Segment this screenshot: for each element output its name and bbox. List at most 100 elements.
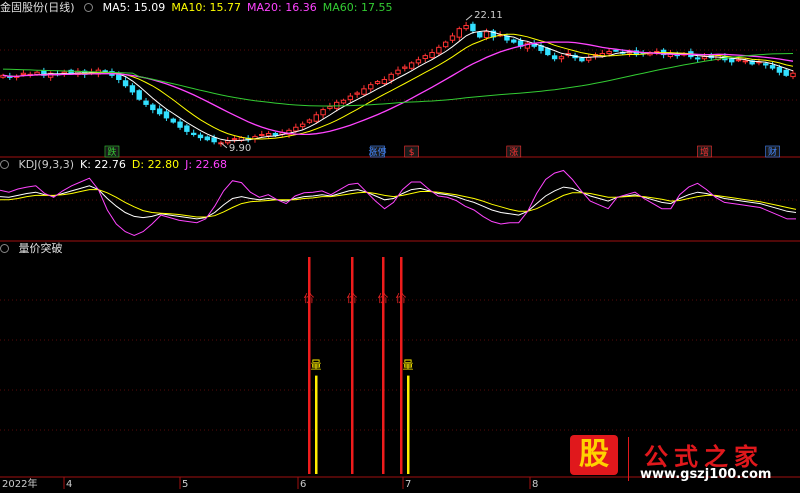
- candle: [340, 99, 347, 104]
- high-price-label: 22.11: [474, 10, 503, 21]
- candle: [579, 57, 585, 62]
- candle: [415, 59, 422, 64]
- candle: [585, 57, 592, 61]
- volume-signal-bar: [407, 375, 410, 474]
- candle: [347, 95, 354, 101]
- low-price-label: 9.90: [229, 143, 251, 154]
- ma-line-ma60: [2, 53, 794, 107]
- price-signal-bar: [351, 257, 354, 474]
- event-tag: 财: [768, 146, 777, 158]
- breakout-settings-circle-icon[interactable]: [0, 244, 9, 253]
- ma-line-ma20: [2, 41, 794, 136]
- kdj-settings-circle-icon[interactable]: [0, 160, 9, 169]
- kdj-legend-item: D: 22.80: [131, 158, 180, 171]
- x-axis-label: 6: [300, 479, 306, 489]
- volume-signal-label: 量: [311, 359, 322, 372]
- candle: [729, 58, 735, 63]
- event-tag: 涨停: [369, 146, 387, 158]
- event-tag: 涨: [509, 147, 518, 158]
- volume-signal-bar: [315, 375, 318, 474]
- candle: [769, 65, 776, 69]
- candle: [735, 59, 742, 62]
- chart-canvas[interactable]: 22.119.90跌 涨停 $ 涨增财 价量价价价量 2022年 4 5 6 7 8: [0, 0, 800, 490]
- candle: [545, 48, 551, 56]
- stock-chart-window: 22.11 9.90 跌涨停 $ 涨增财 价量价价价量 2022年 4 5 6 7 8 金固股份(…: [0, 0, 800, 490]
- breakout-panel-header: 量价突破: [0, 242, 69, 256]
- candle: [122, 80, 129, 87]
- candle: [511, 39, 517, 43]
- candle: [20, 72, 27, 76]
- price-signal-label: 价: [347, 292, 358, 305]
- candle: [790, 72, 796, 78]
- candle: [742, 60, 749, 63]
- candle: [436, 46, 442, 54]
- candle: [354, 92, 360, 95]
- candle: [197, 134, 204, 139]
- candle: [361, 88, 367, 95]
- x-axis-label: 7: [405, 479, 411, 489]
- candle: [136, 90, 142, 100]
- candle: [150, 104, 156, 111]
- logo-url: www.gszj100.com: [640, 467, 772, 482]
- ma-legend: MA5: 15.09 MA10: 15.77 MA20: 16.36 MA60: 17…: [103, 1, 399, 14]
- candle: [402, 66, 408, 69]
- price-panel: 22.11 9.90 跌 涨停 $ 涨 增 财: [0, 10, 796, 158]
- candle: [334, 101, 340, 109]
- logo-mark: 股: [570, 435, 618, 475]
- event-tag: 增: [700, 146, 709, 158]
- volume-signal-label: 量: [403, 359, 414, 372]
- ma-legend-item: MA10: 15.77: [171, 1, 242, 14]
- candle: [483, 31, 490, 39]
- price-signal-label: 价: [304, 292, 315, 305]
- candle: [259, 134, 265, 137]
- settings-circle-icon[interactable]: [84, 3, 94, 12]
- candle: [776, 66, 783, 73]
- candle: [408, 62, 415, 69]
- candle: [374, 81, 381, 84]
- high-pointer: [465, 14, 473, 21]
- candle: [177, 121, 183, 128]
- candle: [701, 56, 708, 60]
- candle: [470, 23, 476, 32]
- breakout-title: 量价突破: [18, 242, 63, 255]
- x-axis-label: 4: [66, 479, 72, 489]
- x-axis-label: 8: [532, 479, 538, 489]
- candle: [211, 137, 217, 143]
- candle: [613, 49, 619, 52]
- candle: [299, 123, 306, 128]
- candle: [694, 57, 701, 60]
- candle: [293, 126, 299, 132]
- candle: [327, 105, 333, 109]
- candle: [456, 28, 462, 38]
- candle: [170, 118, 176, 123]
- candle: [306, 119, 313, 123]
- event-tag: 跌: [107, 147, 116, 158]
- logo-divider: [628, 437, 629, 481]
- kdj-panel: [0, 169, 797, 237]
- candle: [606, 50, 612, 55]
- price-signal-bar: [382, 257, 385, 474]
- kdj-panel-header: KDJ(9,3,3) K: 22.76 D: 22.80 J: 22.68: [0, 158, 239, 172]
- candle: [143, 100, 149, 105]
- stock-title: 金固股份(日线): [0, 1, 75, 14]
- x-axis-label: 5: [182, 479, 188, 489]
- kdj-legend-item: J: 22.68: [185, 158, 228, 171]
- candle: [551, 55, 558, 60]
- candle: [204, 136, 211, 141]
- candle: [449, 35, 456, 41]
- x-axis-label: 2022年: [2, 477, 37, 489]
- candle: [442, 41, 449, 48]
- candle: [368, 84, 374, 90]
- candle: [422, 55, 428, 60]
- candle: [265, 132, 272, 137]
- price-signal-label: 价: [396, 292, 407, 305]
- kdj-line-k: [0, 185, 797, 220]
- candle: [190, 132, 197, 136]
- low-pointer: [220, 142, 228, 149]
- ma-line-ma10: [2, 33, 794, 140]
- candle: [184, 125, 190, 132]
- candle: [320, 109, 326, 116]
- kdj-legend-item: K: 22.76: [80, 158, 126, 171]
- candle: [381, 78, 388, 84]
- candle: [395, 69, 401, 75]
